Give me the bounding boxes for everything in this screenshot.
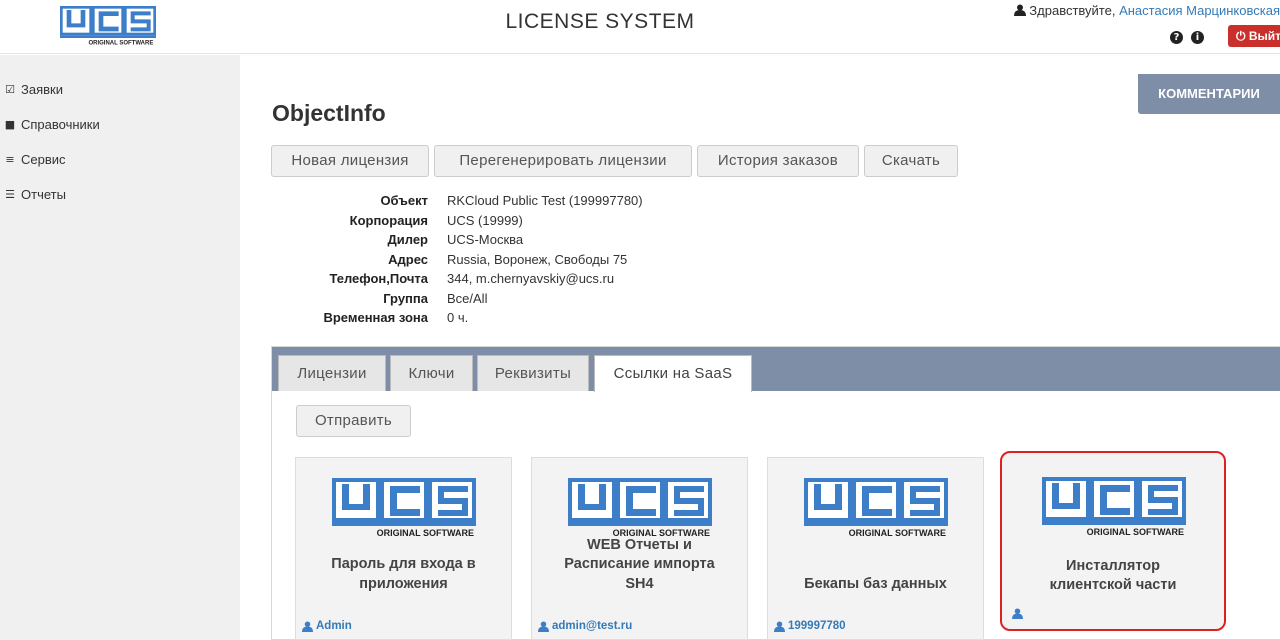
info-row: Корпорация UCS (19999) xyxy=(272,211,643,231)
info-value: Все/All xyxy=(447,290,488,306)
tab-requisites[interactable]: Реквизиты xyxy=(477,355,589,391)
ucs-card-logo: ORIGINAL SOFTWARE xyxy=(568,478,712,538)
info-row: Группа Все/All xyxy=(272,289,643,309)
order-history-button[interactable]: История заказов xyxy=(697,145,859,177)
info-row: Объект RKCloud Public Test (199997780) xyxy=(272,191,643,211)
user-icon xyxy=(1013,4,1026,16)
info-icon[interactable]: i xyxy=(1191,31,1204,44)
svg-text:ORIGINAL SOFTWARE: ORIGINAL SOFTWARE xyxy=(1087,527,1184,537)
info-label: Телефон,Почта xyxy=(329,271,428,286)
card-title: приложения xyxy=(359,576,448,592)
ucs-card-logo: ORIGINAL SOFTWARE xyxy=(804,478,948,538)
info-value: 344, m.chernyavskiy@ucs.ru xyxy=(447,271,615,286)
info-label: Группа xyxy=(383,290,428,306)
card-user-name: admin@test.ru xyxy=(552,620,633,632)
user-icon xyxy=(774,620,785,632)
card-user[interactable] xyxy=(1012,608,1026,619)
sidebar-item-directories[interactable]: ■ Справочники xyxy=(4,117,100,132)
card-title: клиентской части xyxy=(1049,577,1177,593)
info-row: Адрес Russia, Воронеж, Свободы 75 xyxy=(272,250,643,270)
svg-text:ORIGINAL SOFTWARE: ORIGINAL SOFTWARE xyxy=(377,528,474,538)
user-icon xyxy=(538,620,549,632)
card-title: Бекапы баз данных xyxy=(804,576,947,592)
info-value: RKCloud Public Test (199997780) xyxy=(447,193,643,208)
sidebar-item-reports[interactable]: ☰ Отчеты xyxy=(4,187,66,202)
sidebar-item-label: Отчеты xyxy=(21,187,66,202)
info-label: Временная зона xyxy=(323,310,428,325)
saas-card-web-reports[interactable]: ORIGINAL SOFTWARE WEB Отчеты и Расписани… xyxy=(531,457,748,640)
tab-licenses[interactable]: Лицензии xyxy=(278,355,386,391)
page-title: ObjectInfo xyxy=(272,100,386,126)
tab-saas-links[interactable]: Ссылки на SaaS xyxy=(594,355,752,392)
send-button[interactable]: Отправить xyxy=(296,405,411,437)
comments-button[interactable]: КОММЕНТАРИИ xyxy=(1138,74,1280,114)
tabs-bar: Лицензии Ключи Реквизиты Ссылки на SaaS xyxy=(272,347,1280,392)
svg-text:ORIGINAL SOFTWARE: ORIGINAL SOFTWARE xyxy=(88,41,153,46)
card-title: Расписание импорта xyxy=(564,556,715,572)
info-row: Временная зона 0 ч. xyxy=(272,308,643,328)
card-title: WEB Отчеты и xyxy=(587,537,692,553)
header-icons: ? i xyxy=(1170,31,1204,44)
info-label: Дилер xyxy=(387,232,428,247)
card-title: Пароль для входа в xyxy=(331,556,476,572)
book-icon: ■ xyxy=(4,117,16,131)
sidebar-item-label: Справочники xyxy=(21,117,100,132)
list-icon: ≡ xyxy=(5,152,15,166)
info-row: Телефон,Почта 344, m.chernyavskiy@ucs.ru xyxy=(272,269,643,289)
sidebar-item-requests[interactable]: ☑ Заявки xyxy=(4,82,63,97)
info-value: Russia, Воронеж, Свободы 75 xyxy=(447,251,628,267)
greeting: Здравствуйте, Анастасия Марцинковская xyxy=(1013,3,1280,18)
card-title: SH4 xyxy=(625,576,654,592)
info-label: Адрес xyxy=(388,251,428,267)
ucs-card-logo: ORIGINAL SOFTWARE xyxy=(1042,477,1186,537)
user-icon xyxy=(302,620,313,632)
power-icon: ⏻ xyxy=(1236,29,1246,43)
svg-text:ORIGINAL SOFTWARE: ORIGINAL SOFTWARE xyxy=(849,528,946,538)
card-user[interactable]: Admin xyxy=(302,620,352,632)
check-square-icon: ☑ xyxy=(5,82,15,96)
saas-card-installer[interactable]: ORIGINAL SOFTWARE Инсталлятор клиентской… xyxy=(1000,451,1226,631)
card-user[interactable]: 199997780 xyxy=(774,620,846,632)
card-user-name: Admin xyxy=(316,620,352,632)
sidebar-item-label: Сервис xyxy=(21,152,66,167)
sidebar-item-label: Заявки xyxy=(21,82,63,97)
new-license-button[interactable]: Новая лицензия xyxy=(271,145,429,177)
user-name-link[interactable]: Анастасия Марцинковская xyxy=(1119,3,1280,18)
list-ul-icon: ☰ xyxy=(5,187,15,201)
info-value: 0 ч. xyxy=(447,310,469,325)
object-info: Объект RKCloud Public Test (199997780) Ко… xyxy=(272,191,643,328)
user-icon xyxy=(1012,608,1023,619)
card-user-name: 199997780 xyxy=(788,620,846,632)
info-value: UCS (19999) xyxy=(447,212,523,228)
download-button[interactable]: Скачать xyxy=(864,145,958,177)
info-label: Корпорация xyxy=(349,212,428,228)
sidebar-item-service[interactable]: ≡ Сервис xyxy=(4,152,66,167)
info-label: Объект xyxy=(380,193,428,208)
card-user[interactable]: admin@test.ru xyxy=(538,620,632,632)
card-title: Инсталлятор xyxy=(1066,558,1160,574)
regenerate-licenses-button[interactable]: Перегенерировать лицензии xyxy=(434,145,692,177)
info-row: Дилер UCS-Москва xyxy=(272,230,643,250)
saas-card-backups[interactable]: ORIGINAL SOFTWARE Бекапы баз данных 1999… xyxy=(767,457,984,640)
logout-button[interactable]: ⏻ Выйти xyxy=(1228,25,1280,47)
greeting-text: Здравствуйте, xyxy=(1029,3,1116,18)
logout-label: Выйти xyxy=(1248,29,1280,43)
saas-card-password[interactable]: ORIGINAL SOFTWARE Пароль для входа в при… xyxy=(295,457,512,640)
sidebar: ☑ Заявки ■ Справочники ≡ Сервис ☰ Отчеты xyxy=(0,55,240,640)
help-icon[interactable]: ? xyxy=(1170,31,1183,44)
ucs-card-logo: ORIGINAL SOFTWARE xyxy=(332,478,476,538)
tab-keys[interactable]: Ключи xyxy=(390,355,473,391)
info-value: UCS-Москва xyxy=(447,232,524,247)
top-header: ORIGINAL SOFTWARE LICENSE SYSTEM Здравст… xyxy=(0,0,1280,54)
